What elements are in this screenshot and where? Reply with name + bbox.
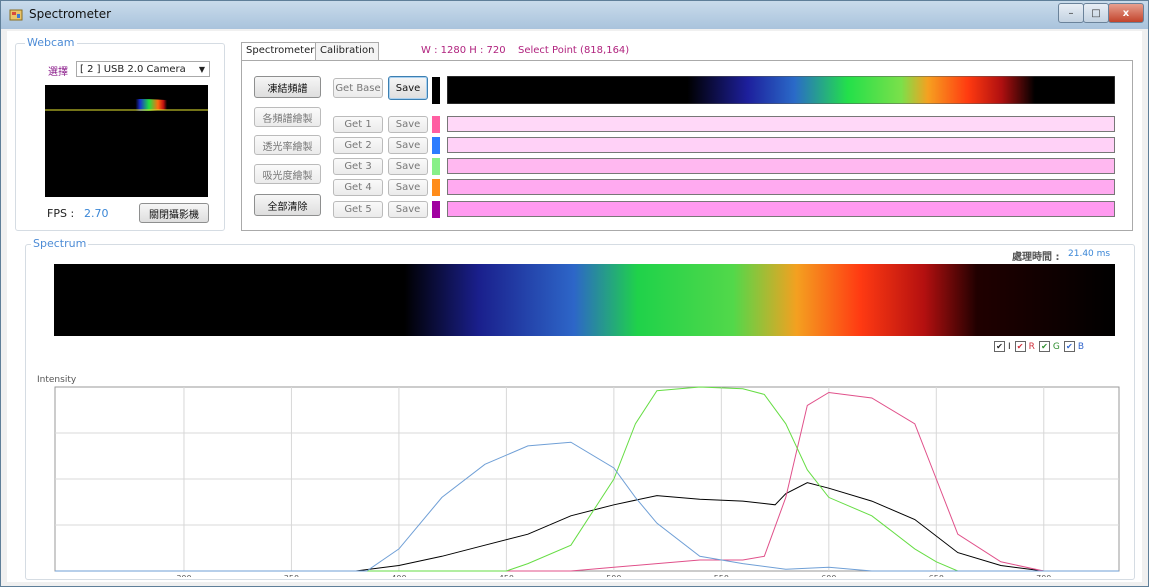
camera-select[interactable]: [ 2 ] USB 2.0 Camera ▼	[76, 61, 210, 77]
spectrum-2-swatch	[432, 137, 440, 154]
clear-all-button[interactable]: 全部清除	[254, 194, 321, 216]
close-camera-button[interactable]: 關閉攝影機	[139, 203, 209, 223]
spectrum-group-label: Spectrum	[31, 237, 89, 250]
webcam-group-label: Webcam	[25, 36, 77, 49]
intensity-chart: Intensity300350400450500550600650700Wave…	[37, 375, 1120, 577]
spectrum-image	[54, 264, 1115, 336]
spectrum-5-bar	[447, 201, 1115, 217]
draw-absorbance-button[interactable]: 吸光度繪製	[254, 164, 321, 184]
get-base-button[interactable]: Get Base	[333, 78, 383, 98]
close-button[interactable]: x	[1108, 3, 1144, 23]
processing-time-value: 21.40 ms	[1068, 249, 1111, 259]
x-tick-label: 500	[606, 574, 621, 577]
app-window: Spectrometer – □ x Webcam 選擇 [ 2 ] USB 2…	[0, 0, 1149, 587]
chevron-down-icon: ▼	[198, 65, 205, 74]
draw-each-spectrum-button[interactable]: 各頻譜繪製	[254, 107, 321, 127]
spectrum-1-swatch	[432, 116, 440, 133]
client-area: Webcam 選擇 [ 2 ] USB 2.0 Camera ▼ FPS: 2…	[7, 31, 1142, 582]
base-spectrum-bar	[447, 76, 1115, 104]
tab-spectrometer[interactable]: Spectrometer	[241, 42, 320, 61]
get-1-button[interactable]: Get 1	[333, 116, 383, 133]
spectrum-5-swatch	[432, 201, 440, 218]
processing-time-label: 處理時間 :	[1012, 252, 1060, 263]
spectrum-1-bar	[447, 116, 1115, 132]
resolution-text: W : 1280 H : 720	[421, 45, 506, 56]
camera-select-value: [ 2 ] USB 2.0 Camera	[80, 64, 186, 75]
x-tick-label: 400	[391, 574, 406, 577]
webcam-preview	[45, 85, 208, 197]
get-5-button[interactable]: Get 5	[333, 201, 383, 218]
save-1-button[interactable]: Save	[388, 116, 428, 133]
save-4-button[interactable]: Save	[388, 179, 428, 196]
draw-transmittance-button[interactable]: 透光率繪製	[254, 135, 321, 155]
spectrum-2-bar	[447, 137, 1115, 153]
x-tick-label: 450	[499, 574, 514, 577]
title-bar[interactable]: Spectrometer – □ x	[1, 1, 1148, 29]
save-3-button[interactable]: Save	[388, 158, 428, 175]
freeze-spectrum-button[interactable]: 凍結頻譜	[254, 76, 321, 98]
y-axis-label: Intensity	[37, 375, 77, 385]
select-point-text: Select Point (818,164)	[518, 45, 630, 56]
save-base-button[interactable]: Save	[388, 76, 428, 100]
x-tick-label: 700	[1036, 574, 1051, 577]
maximize-button[interactable]: □	[1083, 3, 1109, 23]
x-tick-label: 650	[929, 574, 944, 577]
base-swatch	[432, 77, 440, 104]
minimize-button[interactable]: –	[1058, 3, 1084, 23]
x-tick-label: 600	[821, 574, 836, 577]
spectrum-4-bar	[447, 179, 1115, 195]
x-tick-label: 300	[176, 574, 191, 577]
x-tick-label: 550	[714, 574, 729, 577]
save-2-button[interactable]: Save	[388, 137, 428, 154]
fps-label: FPS :	[47, 207, 75, 220]
spectrum-3-bar	[447, 158, 1115, 174]
x-tick-label: 350	[284, 574, 299, 577]
save-5-button[interactable]: Save	[388, 201, 428, 218]
get-3-button[interactable]: Get 3	[333, 158, 383, 175]
spectrum-3-swatch	[432, 158, 440, 175]
camera-select-label: 選擇	[48, 67, 68, 78]
window-title: Spectrometer	[29, 7, 112, 21]
tab-calibration[interactable]: Calibration	[315, 42, 380, 60]
app-icon	[9, 9, 23, 21]
get-2-button[interactable]: Get 2	[333, 137, 383, 154]
fps-value: 2.70	[84, 207, 109, 220]
get-4-button[interactable]: Get 4	[333, 179, 383, 196]
spectrum-4-swatch	[432, 179, 440, 196]
